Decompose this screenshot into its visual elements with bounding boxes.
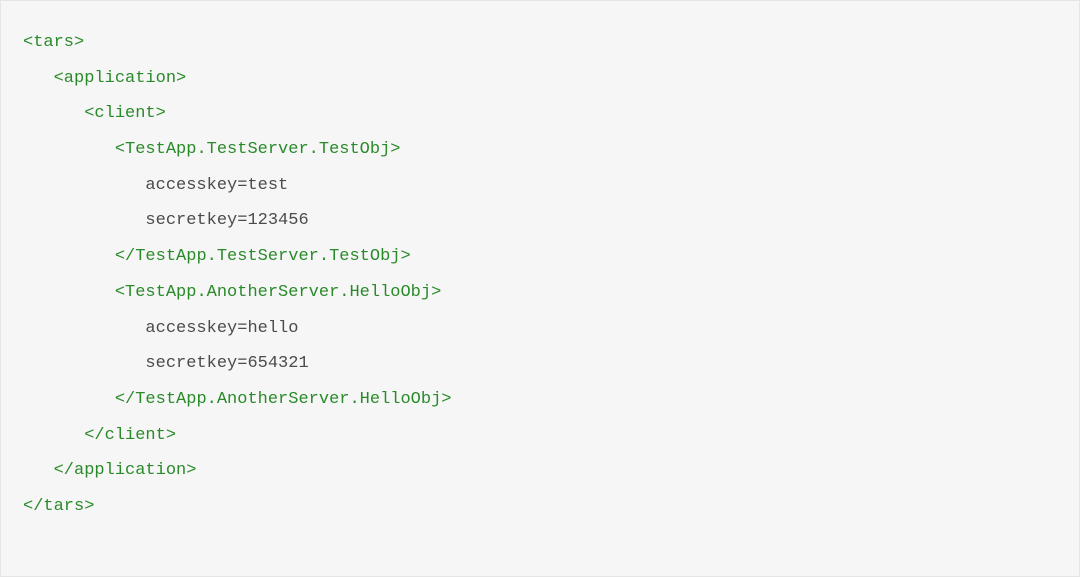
code-line: </TestApp.AnotherServer.HelloObj> (23, 390, 451, 409)
code-line: accesskey=test (23, 176, 288, 195)
tag-open-testobj: <TestApp.TestServer.TestObj> (115, 140, 401, 159)
config-line-secretkey-123456: secretkey=123456 (145, 211, 308, 230)
code-line: </application> (23, 461, 196, 480)
code-line: <tars> (23, 33, 84, 52)
code-line: <application> (23, 69, 186, 88)
tag-open-helloobj: <TestApp.AnotherServer.HelloObj> (115, 283, 441, 302)
code-line: accesskey=hello (23, 319, 298, 338)
tag-close-application: </application> (54, 461, 197, 480)
config-line-accesskey-hello: accesskey=hello (145, 319, 298, 338)
code-line: </client> (23, 426, 176, 445)
code-line: <client> (23, 104, 166, 123)
code-line: secretkey=123456 (23, 211, 309, 230)
code-block: <tars> <application> <client> <TestApp.T… (0, 0, 1080, 577)
tag-close-testobj: </TestApp.TestServer.TestObj> (115, 247, 411, 266)
code-line: </tars> (23, 497, 94, 516)
tag-close-tars: </tars> (23, 497, 94, 516)
tag-close-client: </client> (84, 426, 176, 445)
tag-open-client: <client> (84, 104, 166, 123)
code-line: <TestApp.TestServer.TestObj> (23, 140, 400, 159)
tag-open-application: <application> (54, 69, 187, 88)
code-line: </TestApp.TestServer.TestObj> (23, 247, 411, 266)
code-line: secretkey=654321 (23, 354, 309, 373)
tag-open-tars: <tars> (23, 33, 84, 52)
code-line: <TestApp.AnotherServer.HelloObj> (23, 283, 441, 302)
config-line-accesskey-test: accesskey=test (145, 176, 288, 195)
config-line-secretkey-654321: secretkey=654321 (145, 354, 308, 373)
tag-close-helloobj: </TestApp.AnotherServer.HelloObj> (115, 390, 452, 409)
